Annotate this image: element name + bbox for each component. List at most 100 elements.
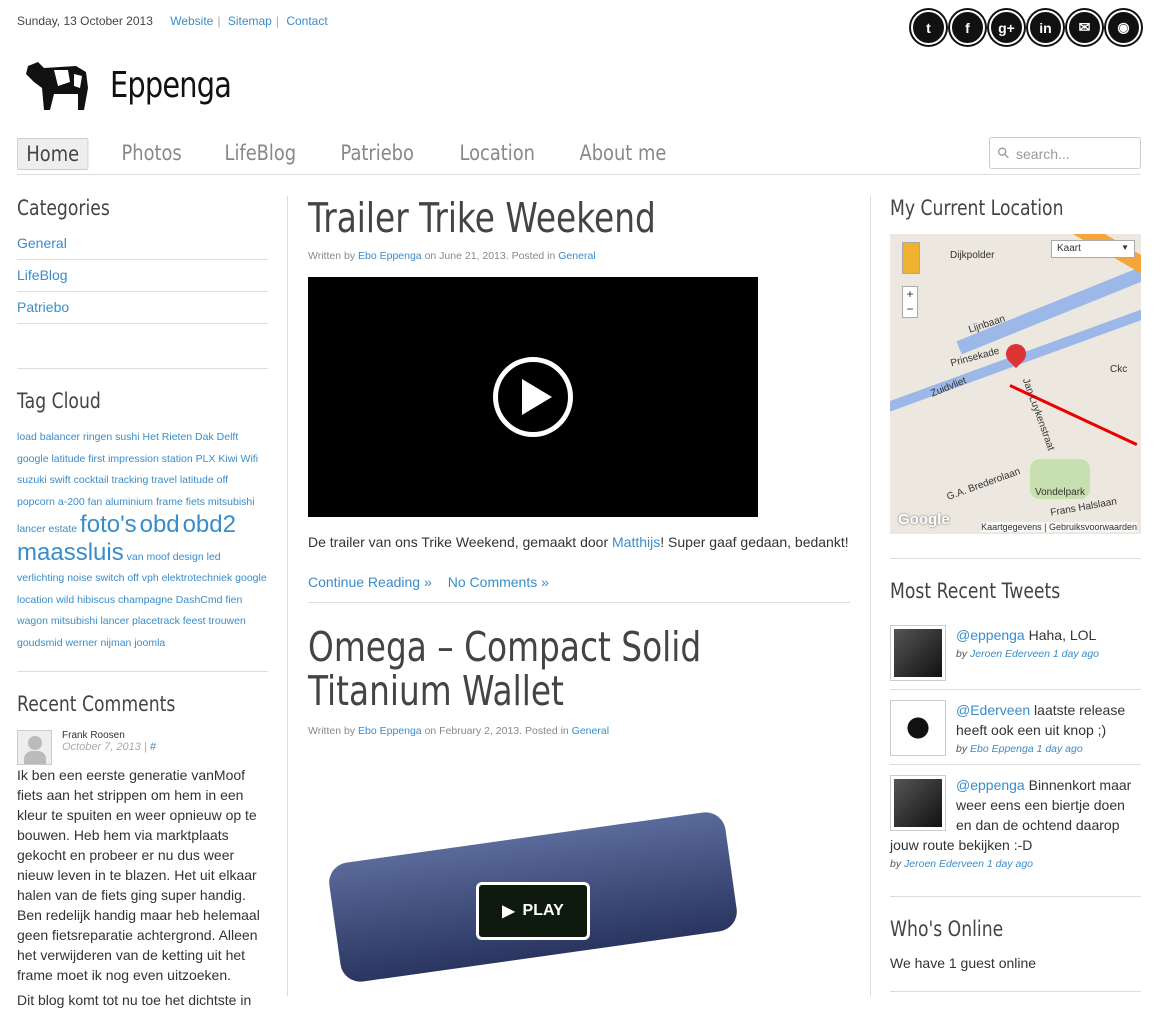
post-excerpt: De trailer van ons Trike Weekend, gemaak… xyxy=(308,534,849,550)
tweet-author-link[interactable]: Jeroen Ederveen 1 day ago xyxy=(970,648,1099,660)
tag-link[interactable]: fan xyxy=(88,496,103,508)
link-contact[interactable]: Contact xyxy=(286,14,327,28)
play-icon[interactable] xyxy=(493,357,573,437)
video-player[interactable] xyxy=(308,277,758,517)
tag-link[interactable]: popcorn xyxy=(17,496,55,508)
tweets-title: Most Recent Tweets xyxy=(890,579,1061,603)
tag-link[interactable]: cocktail xyxy=(74,474,109,486)
tag-link[interactable]: foto's xyxy=(80,511,137,538)
category-link[interactable]: General xyxy=(572,725,609,737)
tag-link[interactable]: load balancer xyxy=(17,431,80,443)
map-footer[interactable]: Kaartgegevens | Gebruiksvoorwaarden xyxy=(981,522,1137,532)
tag-link[interactable]: sushi xyxy=(115,431,140,443)
pegman-icon[interactable] xyxy=(902,242,920,274)
tag-cloud: load balancer ringen sushi Het Rieten Da… xyxy=(17,427,268,654)
link-sitemap[interactable]: Sitemap xyxy=(228,14,272,28)
post-title[interactable]: Omega – Compact Solid Titanium Wallet xyxy=(308,625,828,713)
tag-link[interactable]: tracking xyxy=(112,474,149,486)
post-title[interactable]: Trailer Trike Weekend xyxy=(308,196,828,240)
continue-reading-link[interactable]: Continue Reading » xyxy=(308,574,432,590)
google-plus-icon[interactable]: g+ xyxy=(989,10,1024,45)
nav-lifeblog[interactable]: LifeBlog xyxy=(216,138,305,170)
tag-link[interactable]: feest xyxy=(183,615,206,627)
linkedin-icon[interactable]: in xyxy=(1028,10,1063,45)
tweet-handle[interactable]: @Ederveen xyxy=(956,702,1030,718)
nav-location[interactable]: Location xyxy=(451,138,544,170)
tag-link[interactable]: Het Rieten Dak xyxy=(143,431,214,443)
tweet-text: Haha, LOL xyxy=(1024,627,1097,643)
tag-link[interactable]: aluminium frame xyxy=(105,496,183,508)
tag-link[interactable]: goudsmid xyxy=(17,637,63,649)
author-link[interactable]: Ebo Eppenga xyxy=(358,250,422,262)
tag-link[interactable]: travel xyxy=(151,474,177,486)
post-meta: Written by Ebo Eppenga on June 21, 2013.… xyxy=(308,250,596,262)
tag-link[interactable]: vph elektrotechniek xyxy=(142,572,232,584)
rss-icon[interactable]: ◉ xyxy=(1106,10,1141,45)
twitter-icon[interactable]: t xyxy=(911,10,946,45)
play-button[interactable]: ▶ PLAY xyxy=(476,882,590,940)
tag-link[interactable]: Delft xyxy=(217,431,239,443)
tag-link[interactable]: suzuki swift xyxy=(17,474,71,486)
separator: | xyxy=(140,741,150,753)
tag-link[interactable]: noise xyxy=(67,572,92,584)
tweet-author-link[interactable]: Jeroen Ederveen 1 day ago xyxy=(904,858,1033,870)
category-link[interactable]: LifeBlog xyxy=(17,260,268,292)
site-title: Eppenga xyxy=(110,65,232,106)
map[interactable]: + − Kaart ▼ Dijkpolder Lijnbaan Prinsekade… xyxy=(890,234,1141,534)
tweet-avatar xyxy=(890,625,946,681)
site-logo[interactable]: Eppenga xyxy=(24,58,261,113)
tweet-byline: by Jeroen Ederveen 1 day ago xyxy=(890,858,1034,870)
nav-photos[interactable]: Photos xyxy=(113,138,190,170)
tag-link[interactable]: switch off xyxy=(95,572,139,584)
tag-link[interactable]: google latitude xyxy=(17,453,85,465)
map-type-select[interactable]: Kaart ▼ xyxy=(1051,240,1135,258)
tag-link[interactable]: placetrack xyxy=(132,615,180,627)
main-nav: Home Photos LifeBlog Patriebo Location About … xyxy=(17,138,706,170)
author-link[interactable]: Ebo Eppenga xyxy=(358,725,422,737)
category-link[interactable]: General xyxy=(558,250,595,262)
tag-link[interactable]: station xyxy=(162,453,193,465)
facebook-icon[interactable]: f xyxy=(950,10,985,45)
category-link[interactable]: Patriebo xyxy=(17,292,268,324)
google-logo: Google xyxy=(898,511,950,528)
date: Sunday, 13 October 2013 xyxy=(17,14,153,28)
tag-link[interactable]: trouwen xyxy=(208,615,245,627)
tweet-handle[interactable]: @eppenga xyxy=(956,777,1025,793)
search-input[interactable]: search... xyxy=(989,137,1141,169)
tag-link[interactable]: obd xyxy=(140,511,180,538)
tag-link[interactable]: wild hibiscus xyxy=(56,594,115,606)
cow-logo-icon xyxy=(26,62,88,110)
tag-link[interactable]: werner nijman xyxy=(65,637,131,649)
tag-link[interactable]: fiets xyxy=(186,496,205,508)
right-sidebar: My Current Location + − Kaart ▼ Dijkpolder… xyxy=(890,196,1141,992)
tweet-handle[interactable]: @eppenga xyxy=(956,627,1025,643)
tag-link[interactable]: DashCmd xyxy=(176,594,223,606)
email-icon[interactable]: ✉ xyxy=(1067,10,1102,45)
tag-link[interactable]: latitude off xyxy=(180,474,228,486)
main-content: Trailer Trike Weekend Written by Ebo Epp… xyxy=(308,196,850,985)
tag-link[interactable]: champagne xyxy=(118,594,173,606)
wallet-video[interactable]: ▶ PLAY xyxy=(308,807,758,985)
recent-comments-title: Recent Comments xyxy=(17,692,176,716)
nav-patriebo[interactable]: Patriebo xyxy=(332,138,422,170)
matthijs-link[interactable]: Matthijs xyxy=(612,534,660,550)
link-website[interactable]: Website xyxy=(170,14,213,28)
tag-link[interactable]: wagon xyxy=(17,615,48,627)
comments-link[interactable]: No Comments » xyxy=(448,574,549,590)
tag-link[interactable]: PLX Kiwi Wifi xyxy=(196,453,258,465)
tag-link[interactable]: maassluis xyxy=(17,539,124,566)
tag-link[interactable]: joomla xyxy=(134,637,165,649)
tag-link[interactable]: mitsubishi lancer xyxy=(51,615,129,627)
tag-link[interactable]: ringen xyxy=(83,431,112,443)
nav-about-me[interactable]: About me xyxy=(571,138,675,170)
tag-link[interactable]: a-200 xyxy=(58,496,85,508)
category-link[interactable]: General xyxy=(17,228,268,260)
tag-link[interactable]: fien xyxy=(225,594,242,606)
tag-link[interactable]: first impression xyxy=(88,453,159,465)
zoom-control[interactable]: + − xyxy=(902,286,918,318)
comment-permalink[interactable]: # xyxy=(150,741,156,753)
tweet-author-link[interactable]: Ebo Eppenga 1 day ago xyxy=(970,743,1083,755)
tag-link[interactable]: obd2 xyxy=(183,511,236,538)
nav-home[interactable]: Home xyxy=(17,138,89,170)
tag-link[interactable]: van moof design xyxy=(127,551,204,563)
